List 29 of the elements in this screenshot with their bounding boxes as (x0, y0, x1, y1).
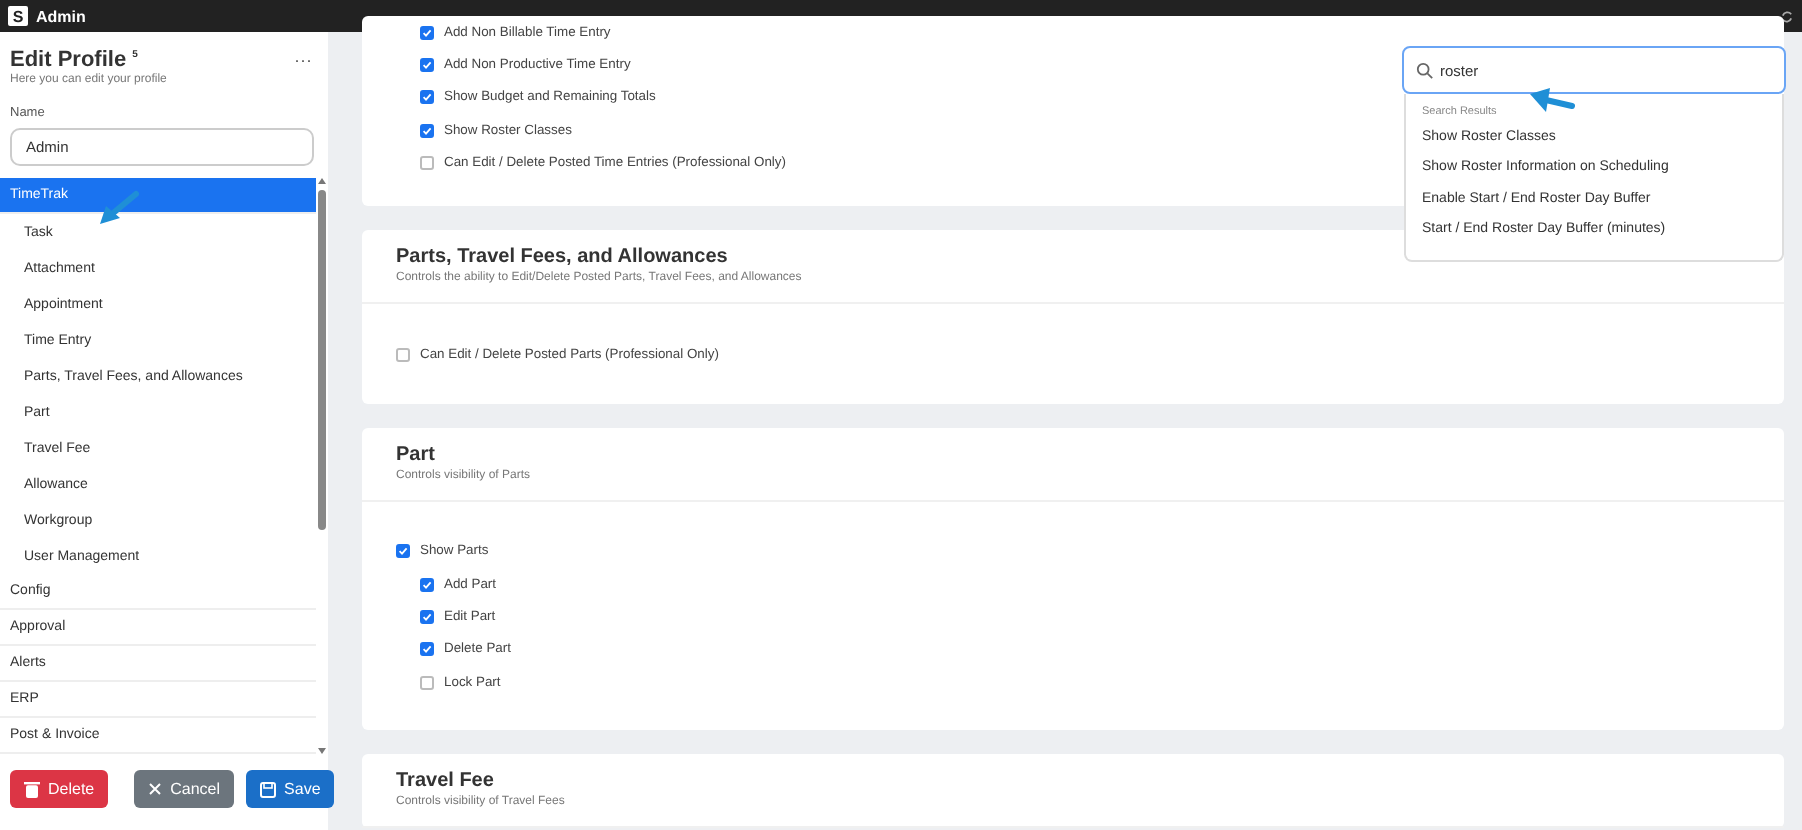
checkbox[interactable] (420, 25, 434, 40)
save-button[interactable]: Save (246, 770, 335, 808)
profile-title: Edit Profile $^{5}$ (10, 48, 138, 72)
app-title: Admin (36, 7, 88, 25)
checkbox[interactable] (420, 675, 434, 690)
section-title: Travel Fee (396, 770, 496, 793)
pointer-arrow-icon (96, 190, 140, 226)
scrollbar[interactable] (316, 178, 328, 758)
search-icon (1416, 61, 1434, 79)
checkbox[interactable] (420, 90, 434, 105)
section-title: Parts, Travel Fees, and Allowances (396, 246, 730, 269)
checkbox[interactable] (420, 57, 434, 72)
delete-button[interactable]: Delete (10, 770, 109, 808)
checkbox[interactable] (396, 348, 410, 363)
app-logo: S (8, 6, 28, 26)
checkbox[interactable] (420, 610, 434, 625)
checkbox[interactable] (420, 155, 434, 170)
trash-icon (24, 780, 40, 798)
checkbox[interactable] (420, 577, 434, 592)
pointer-arrow-icon (1528, 86, 1576, 114)
refresh-icon[interactable] (1780, 9, 1794, 23)
section-title: Part (396, 443, 437, 466)
close-icon (148, 782, 163, 796)
checkbox[interactable] (420, 123, 434, 138)
cancel-button[interactable]: Cancel (134, 770, 235, 808)
more-menu[interactable]: ··· (294, 50, 312, 70)
save-icon (260, 781, 277, 797)
checkbox[interactable] (420, 642, 434, 657)
checkbox[interactable] (396, 544, 410, 559)
